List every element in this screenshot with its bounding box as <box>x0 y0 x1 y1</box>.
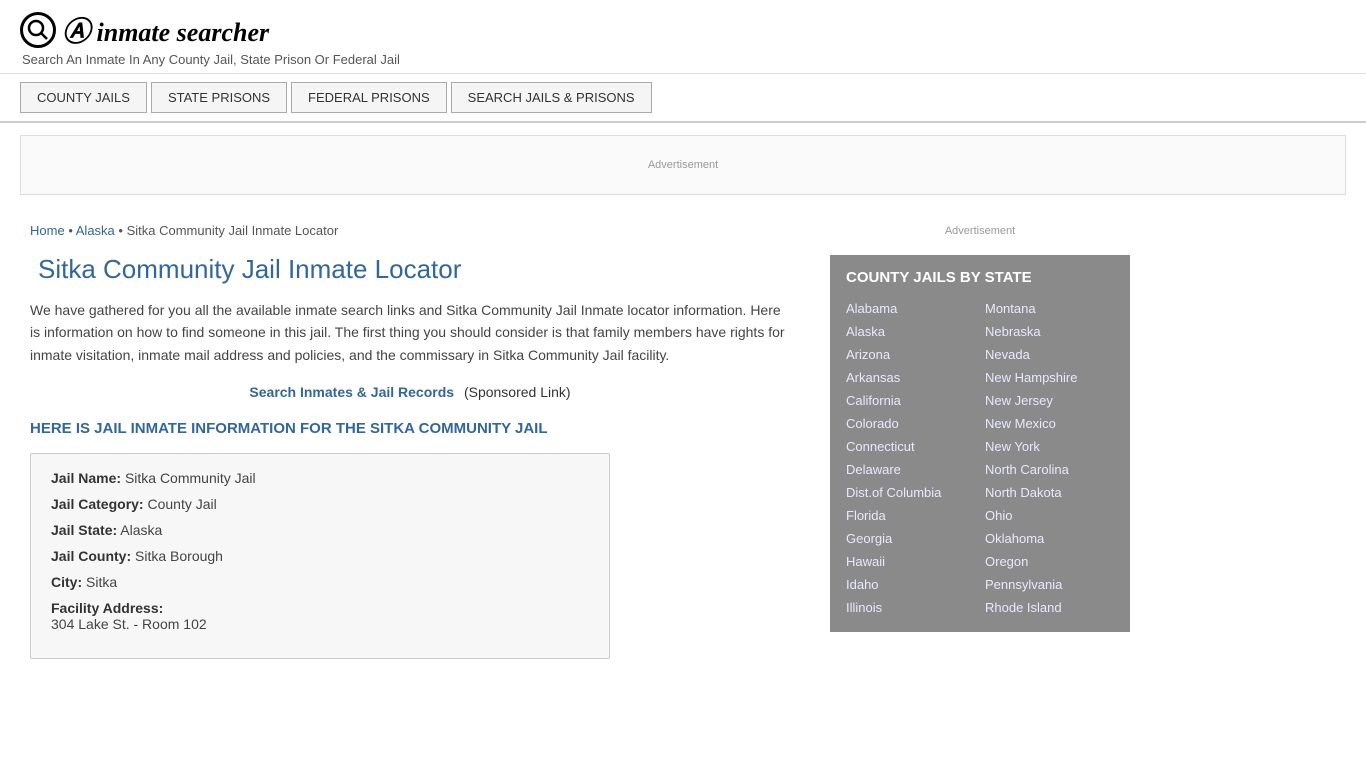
state-link[interactable]: Oregon <box>985 551 1114 572</box>
state-link[interactable]: Montana <box>985 298 1114 319</box>
ad-label-top: Advertisement <box>648 159 718 171</box>
state-link[interactable]: Connecticut <box>846 436 975 457</box>
state-link[interactable]: Alaska <box>846 321 975 342</box>
jail-info-box: Jail Name: Sitka Community Jail Jail Cat… <box>30 453 610 659</box>
jail-address-value: 304 Lake St. - Room 102 <box>51 616 589 632</box>
state-link[interactable]: California <box>846 390 975 411</box>
nav-federal-prisons[interactable]: FEDERAL PRISONS <box>291 82 447 113</box>
state-link[interactable]: Nebraska <box>985 321 1114 342</box>
content-area: Home • Alaska • Sitka Community Jail Inm… <box>0 207 820 675</box>
tagline: Search An Inmate In Any County Jail, Sta… <box>22 52 1346 67</box>
state-link[interactable]: Arizona <box>846 344 975 365</box>
breadcrumb-home[interactable]: Home <box>30 223 65 238</box>
jail-county-row: Jail County: Sitka Borough <box>51 548 589 564</box>
state-link[interactable]: New Jersey <box>985 390 1114 411</box>
main-layout: Home • Alaska • Sitka Community Jail Inm… <box>0 207 1366 675</box>
sidebar-title: COUNTY JAILS BY STATE <box>846 269 1114 286</box>
state-link[interactable]: Dist.of Columbia <box>846 482 975 503</box>
state-link[interactable]: Delaware <box>846 459 975 480</box>
state-link[interactable]: Oklahoma <box>985 528 1114 549</box>
jail-county-value: Sitka Borough <box>135 548 223 564</box>
state-link[interactable]: Florida <box>846 505 975 526</box>
state-link[interactable]: New Mexico <box>985 413 1114 434</box>
state-link[interactable]: Idaho <box>846 574 975 595</box>
nav-search-jails[interactable]: SEARCH JAILS & PRISONS <box>451 82 652 113</box>
nav-bar: COUNTY JAILS STATE PRISONS FEDERAL PRISO… <box>0 74 1366 123</box>
jail-category-row: Jail Category: County Jail <box>51 496 589 512</box>
jail-city-row: City: Sitka <box>51 574 589 590</box>
state-link[interactable]: North Carolina <box>985 459 1114 480</box>
breadcrumb: Home • Alaska • Sitka Community Jail Inm… <box>30 223 790 238</box>
jail-category-value: County Jail <box>147 496 216 512</box>
sponsored-suffix: (Sponsored Link) <box>464 384 571 400</box>
jail-state-value: Alaska <box>120 522 162 538</box>
jail-address-label: Facility Address: <box>51 600 163 616</box>
logo-text-area: Ⓐ inmate searcher <box>62 10 269 50</box>
nav-county-jails[interactable]: COUNTY JAILS <box>20 82 147 113</box>
state-link[interactable]: North Dakota <box>985 482 1114 503</box>
state-link[interactable]: Hawaii <box>846 551 975 572</box>
breadcrumb-separator1: • <box>68 223 75 238</box>
jail-name-value: Sitka Community Jail <box>125 470 256 486</box>
jail-state-label: Jail State: <box>51 522 117 538</box>
state-link[interactable]: Georgia <box>846 528 975 549</box>
state-link[interactable]: Rhode Island <box>985 597 1114 618</box>
state-link[interactable]: Pennsylvania <box>985 574 1114 595</box>
state-link[interactable]: Illinois <box>846 597 975 618</box>
sponsored-link[interactable]: Search Inmates & Jail Records <box>249 384 454 400</box>
states-grid: Alabama Montana Alaska Nebraska Arizona Nevad… <box>846 298 1114 618</box>
sidebar-ad: Advertisement <box>830 217 1130 245</box>
breadcrumb-separator2: • <box>118 223 126 238</box>
page-title: Sitka Community Jail Inmate Locator <box>30 254 790 285</box>
info-header: HERE IS JAIL INMATE INFORMATION FOR THE … <box>30 420 790 437</box>
nav-state-prisons[interactable]: STATE PRISONS <box>151 82 287 113</box>
jail-city-value: Sitka <box>86 574 117 590</box>
top-ad-banner: Advertisement <box>20 135 1346 195</box>
sidebar-box: COUNTY JAILS BY STATE Alabama Montana Alas… <box>830 255 1130 632</box>
sidebar-ad-label: Advertisement <box>945 225 1015 237</box>
state-link[interactable]: Alabama <box>846 298 975 319</box>
sidebar: Advertisement COUNTY JAILS BY STATE Alab… <box>820 207 1130 675</box>
jail-address-row: Facility Address: 304 Lake St. - Room 10… <box>51 600 589 632</box>
state-link[interactable]: Arkansas <box>846 367 975 388</box>
jail-city-label: City: <box>51 574 82 590</box>
state-link[interactable]: New York <box>985 436 1114 457</box>
logo-icon <box>20 12 56 48</box>
header: Ⓐ inmate searcher Search An Inmate In An… <box>0 0 1366 74</box>
description: We have gathered for you all the availab… <box>30 299 790 366</box>
state-link[interactable]: Ohio <box>985 505 1114 526</box>
jail-category-label: Jail Category: <box>51 496 144 512</box>
sponsored-link-section: Search Inmates & Jail Records (Sponsored… <box>30 384 790 400</box>
jail-name-label: Jail Name: <box>51 470 121 486</box>
state-link[interactable]: New Hampshire <box>985 367 1114 388</box>
jail-county-label: Jail County: <box>51 548 131 564</box>
state-link[interactable]: Colorado <box>846 413 975 434</box>
state-link[interactable]: Nevada <box>985 344 1114 365</box>
jail-state-row: Jail State: Alaska <box>51 522 589 538</box>
logo-text: Ⓐ inmate searcher <box>62 18 269 47</box>
breadcrumb-state[interactable]: Alaska <box>76 223 115 238</box>
jail-name-row: Jail Name: Sitka Community Jail <box>51 470 589 486</box>
breadcrumb-current: Sitka Community Jail Inmate Locator <box>127 223 339 238</box>
logo-area: Ⓐ inmate searcher <box>20 10 1346 50</box>
